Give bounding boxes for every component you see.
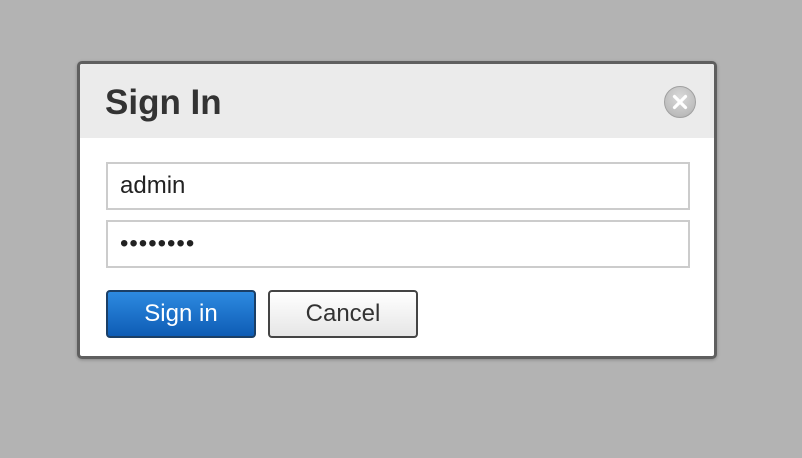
close-button[interactable] <box>664 86 696 118</box>
sign-in-dialog: Sign In Sign in Cancel <box>77 61 717 359</box>
dialog-title: Sign In <box>105 83 222 122</box>
close-icon <box>672 94 688 110</box>
password-input[interactable] <box>106 220 690 268</box>
sign-in-button[interactable]: Sign in <box>106 290 256 338</box>
dialog-header: Sign In <box>80 64 714 138</box>
cancel-button[interactable]: Cancel <box>268 290 418 338</box>
username-input[interactable] <box>106 162 690 210</box>
modal-backdrop: Sign In Sign in Cancel <box>0 0 802 458</box>
